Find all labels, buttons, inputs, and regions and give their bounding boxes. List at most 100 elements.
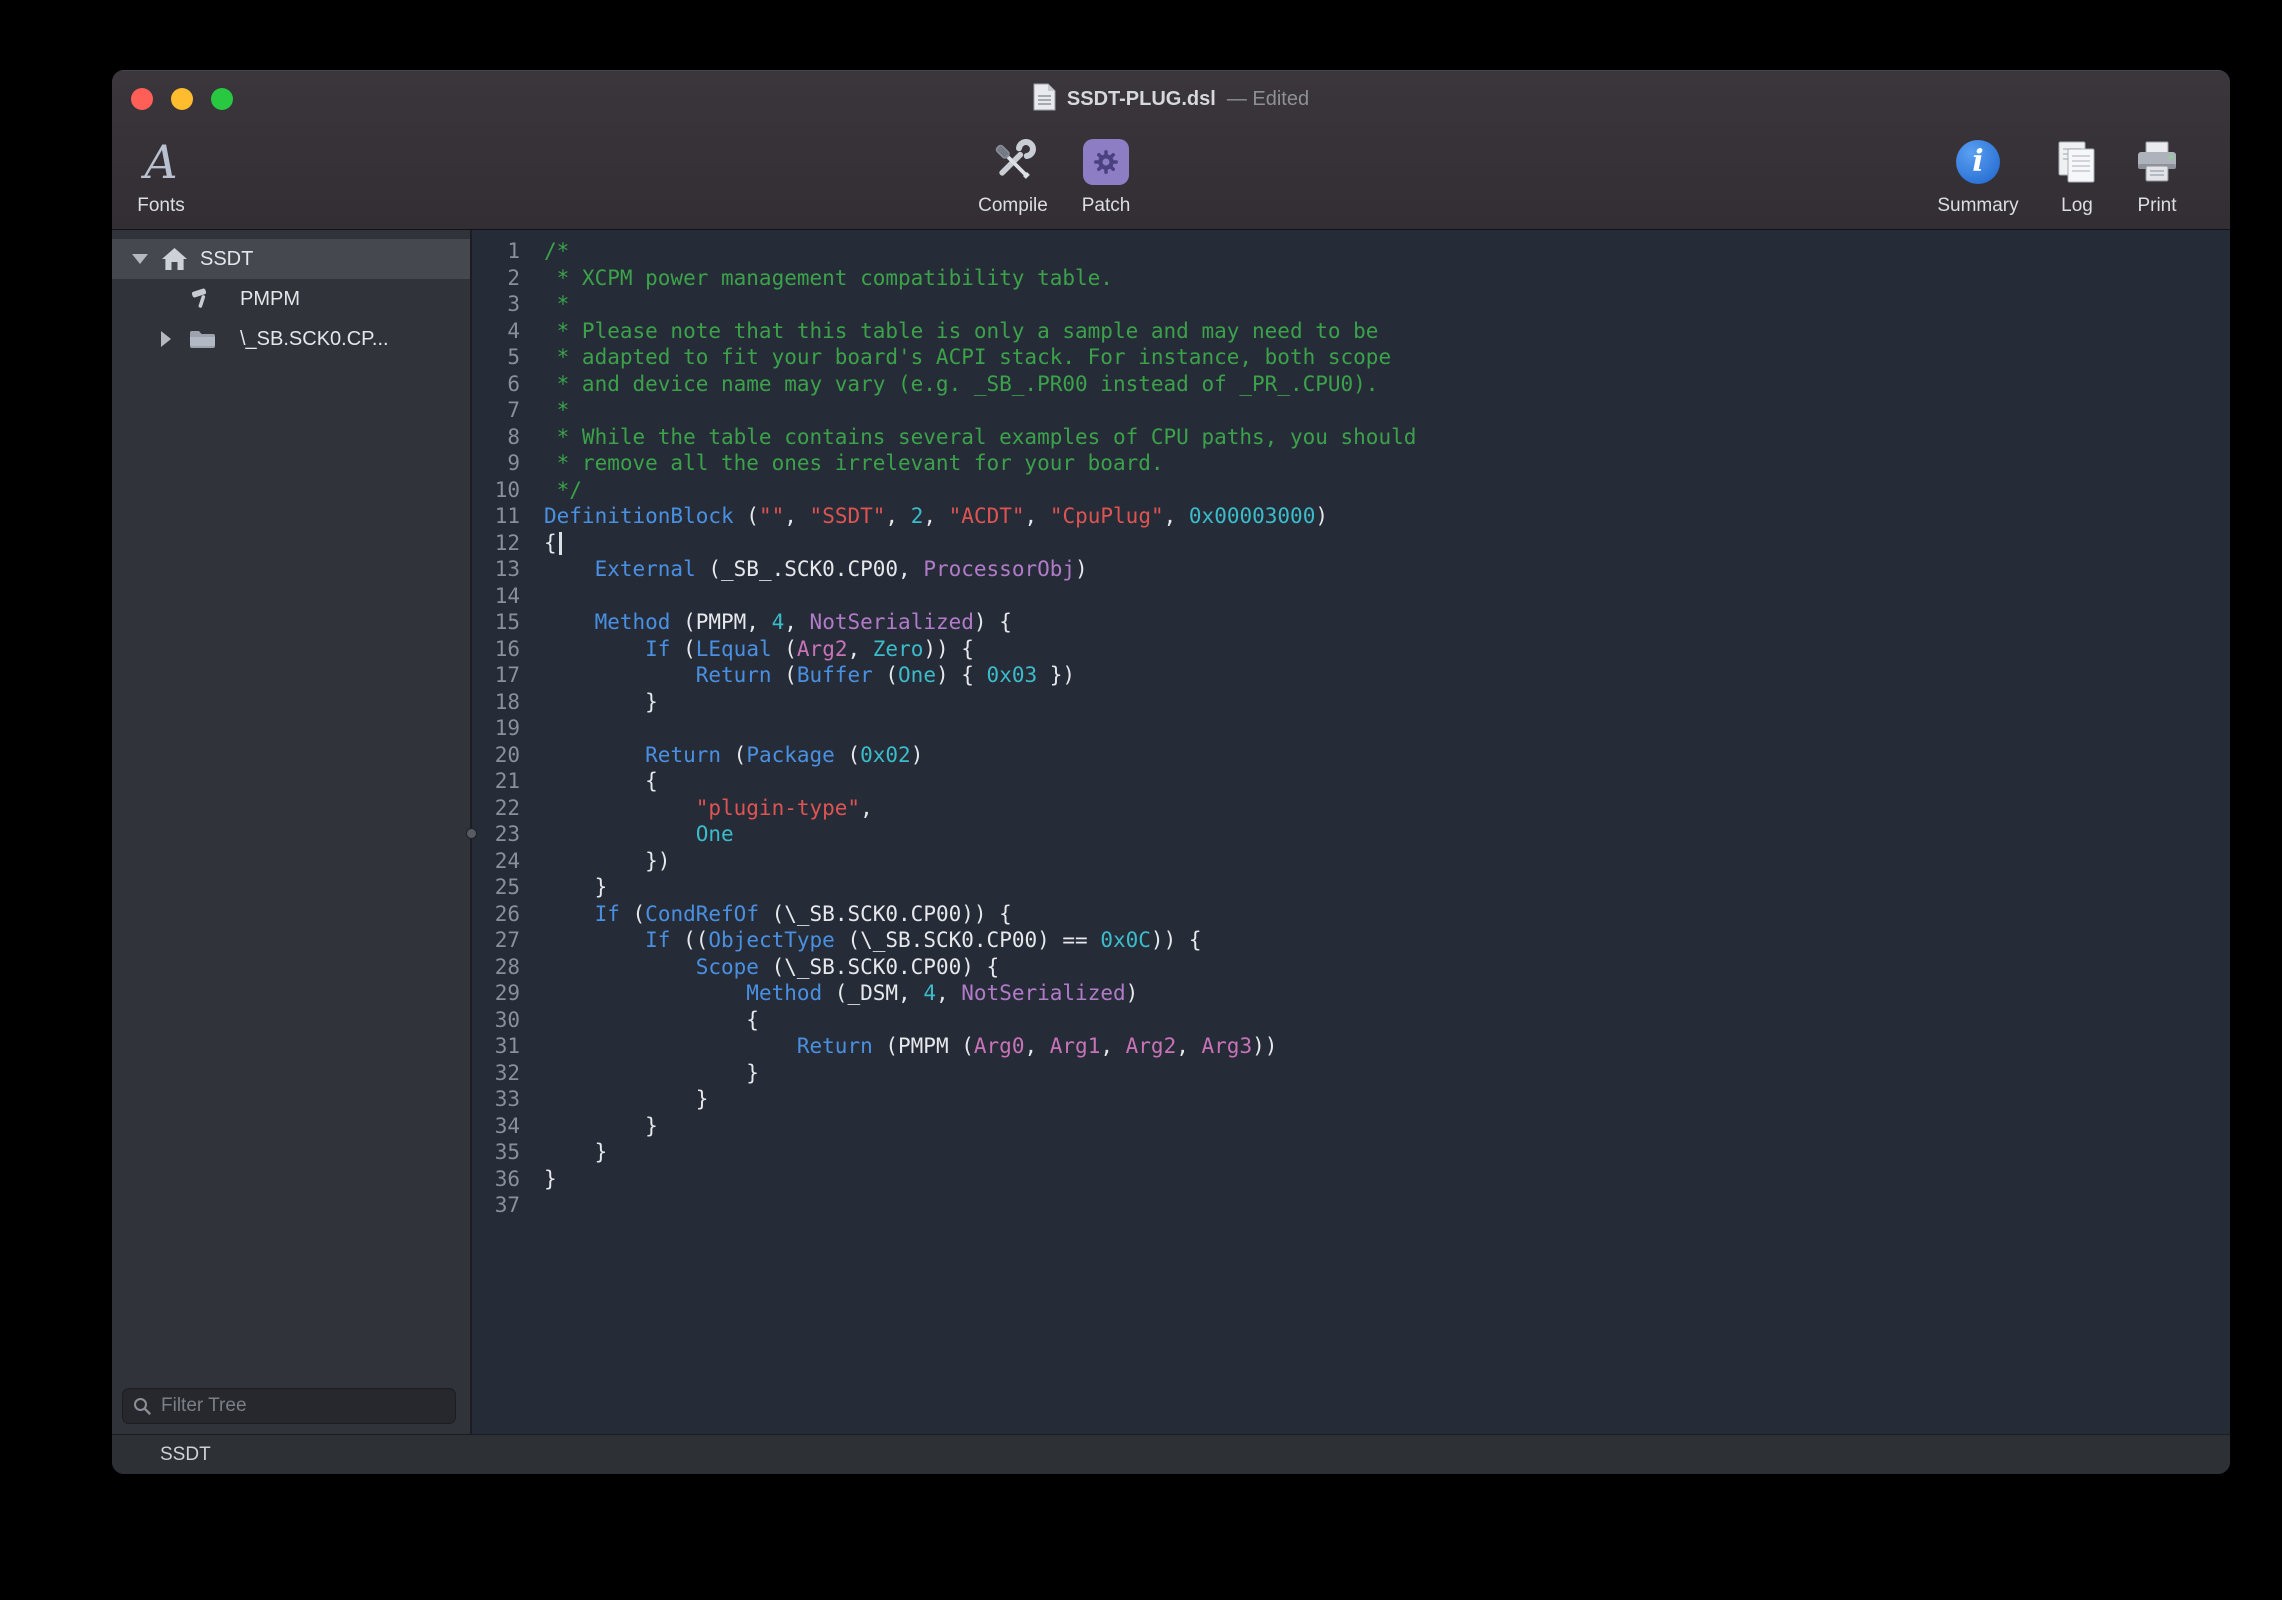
line-number: 22 xyxy=(472,796,530,820)
code-line[interactable]: 2 * XCPM power management compatibility … xyxy=(472,265,2230,292)
code-line[interactable]: 21 { xyxy=(472,768,2230,795)
code-line[interactable]: 25 } xyxy=(472,874,2230,901)
code-line[interactable]: 29 Method (_DSM, 4, NotSerialized) xyxy=(472,980,2230,1007)
code-text: DefinitionBlock ("", "SSDT", 2, "ACDT", … xyxy=(530,504,1328,528)
compile-button[interactable]: Compile xyxy=(968,130,1058,217)
code-line[interactable]: 24 }) xyxy=(472,848,2230,875)
line-number: 17 xyxy=(472,663,530,687)
line-number: 3 xyxy=(472,292,530,316)
code-line[interactable]: 31 Return (PMPM (Arg0, Arg1, Arg2, Arg3)… xyxy=(472,1033,2230,1060)
code-line[interactable]: 11DefinitionBlock ("", "SSDT", 2, "ACDT"… xyxy=(472,503,2230,530)
titlebar[interactable]: SSDT-PLUG.dsl — Edited xyxy=(112,70,2230,128)
line-number: 30 xyxy=(472,1008,530,1032)
line-number: 13 xyxy=(472,557,530,581)
code-line[interactable]: 36} xyxy=(472,1166,2230,1193)
search-icon xyxy=(132,1396,152,1421)
code-text: Return (Buffer (One) { 0x03 }) xyxy=(530,663,1075,687)
log-button[interactable]: Log xyxy=(2032,130,2122,217)
line-number: 8 xyxy=(472,425,530,449)
method-icon xyxy=(188,286,216,312)
line-number: 10 xyxy=(472,478,530,502)
code-text: } xyxy=(530,1140,607,1164)
code-line[interactable]: 22 "plugin-type", xyxy=(472,795,2230,822)
code-line[interactable]: 30 { xyxy=(472,1007,2230,1034)
line-number: 35 xyxy=(472,1140,530,1164)
log-icon xyxy=(2054,130,2100,194)
code-text: "plugin-type", xyxy=(530,796,873,820)
line-number: 2 xyxy=(472,266,530,290)
summary-button[interactable]: i Summary xyxy=(1928,130,2028,217)
line-number: 6 xyxy=(472,372,530,396)
code-line[interactable]: 1/* xyxy=(472,238,2230,265)
code-text: }) xyxy=(530,849,670,873)
code-text: } xyxy=(530,1087,708,1111)
line-number: 14 xyxy=(472,584,530,608)
code-text: * xyxy=(530,398,569,422)
code-text: } xyxy=(530,1114,658,1138)
code-line[interactable]: 8 * While the table contains several exa… xyxy=(472,424,2230,451)
code-line[interactable]: 23 One xyxy=(472,821,2230,848)
code-lines: 1/*2 * XCPM power management compatibili… xyxy=(472,238,2230,1219)
line-number: 1 xyxy=(472,239,530,263)
main-content: SSDT PMPM xyxy=(112,230,2230,1434)
line-number: 7 xyxy=(472,398,530,422)
sidebar-item-pmpm[interactable]: PMPM xyxy=(112,279,470,319)
line-number: 20 xyxy=(472,743,530,767)
code-line[interactable]: 27 If ((ObjectType (\_SB.SCK0.CP00) == 0… xyxy=(472,927,2230,954)
code-line[interactable]: 17 Return (Buffer (One) { 0x03 }) xyxy=(472,662,2230,689)
code-line[interactable]: 10 */ xyxy=(472,477,2230,504)
code-line[interactable]: 13 External (_SB_.SCK0.CP00, ProcessorOb… xyxy=(472,556,2230,583)
splitter-handle[interactable] xyxy=(466,828,477,839)
code-line[interactable]: 28 Scope (\_SB.SCK0.CP00) { xyxy=(472,954,2230,981)
code-line[interactable]: 3 * xyxy=(472,291,2230,318)
line-number: 28 xyxy=(472,955,530,979)
filter-tree-field xyxy=(122,1388,456,1424)
sidebar-item-sb-sck0[interactable]: \_SB.SCK0.CP... xyxy=(112,319,470,359)
code-line[interactable]: 15 Method (PMPM, 4, NotSerialized) { xyxy=(472,609,2230,636)
code-editor[interactable]: 1/*2 * XCPM power management compatibili… xyxy=(472,230,2230,1434)
disclosure-down-icon[interactable] xyxy=(132,254,148,264)
code-line[interactable]: 33 } xyxy=(472,1086,2230,1113)
code-line[interactable]: 6 * and device name may vary (e.g. _SB_.… xyxy=(472,371,2230,398)
document-proxy-icon[interactable] xyxy=(1033,83,1056,116)
patch-icon xyxy=(1083,130,1129,194)
tree-item-label: PMPM xyxy=(240,288,300,311)
line-number: 23 xyxy=(472,822,530,846)
patch-button[interactable]: Patch xyxy=(1061,130,1151,217)
code-line[interactable]: 5 * adapted to fit your board's ACPI sta… xyxy=(472,344,2230,371)
code-text: * While the table contains several examp… xyxy=(530,425,1416,449)
line-number: 33 xyxy=(472,1087,530,1111)
code-line[interactable]: 4 * Please note that this table is only … xyxy=(472,318,2230,345)
line-number: 25 xyxy=(472,875,530,899)
line-number: 37 xyxy=(472,1193,530,1217)
code-line[interactable]: 19 xyxy=(472,715,2230,742)
code-line[interactable]: 7 * xyxy=(472,397,2230,424)
sidebar-item-ssdt[interactable]: SSDT xyxy=(112,239,470,279)
code-line[interactable]: 37 xyxy=(472,1192,2230,1219)
code-line[interactable]: 20 Return (Package (0x02) xyxy=(472,742,2230,769)
code-text: If (CondRefOf (\_SB.SCK0.CP00)) { xyxy=(530,902,1012,926)
code-line[interactable]: 18 } xyxy=(472,689,2230,716)
fonts-button[interactable]: A Fonts xyxy=(116,130,206,217)
filter-tree-input[interactable] xyxy=(122,1388,456,1424)
code-text: */ xyxy=(530,478,582,502)
code-line[interactable]: 12{ xyxy=(472,530,2230,557)
code-line[interactable]: 26 If (CondRefOf (\_SB.SCK0.CP00)) { xyxy=(472,901,2230,928)
line-number: 21 xyxy=(472,769,530,793)
code-line[interactable]: 32 } xyxy=(472,1060,2230,1087)
code-line[interactable]: 9 * remove all the ones irrelevant for y… xyxy=(472,450,2230,477)
code-text: * Please note that this table is only a … xyxy=(530,319,1378,343)
disclosure-right-icon[interactable] xyxy=(158,331,174,347)
code-line[interactable]: 16 If (LEqual (Arg2, Zero)) { xyxy=(472,636,2230,663)
code-line[interactable]: 35 } xyxy=(472,1139,2230,1166)
toolbar: A Fonts xyxy=(112,128,2230,229)
window-header: SSDT-PLUG.dsl — Edited A Fonts xyxy=(112,70,2230,230)
code-line[interactable]: 14 xyxy=(472,583,2230,610)
code-line[interactable]: 34 } xyxy=(472,1113,2230,1140)
line-number: 19 xyxy=(472,716,530,740)
code-text: } xyxy=(530,1061,759,1085)
code-text: { xyxy=(530,531,562,556)
code-text: External (_SB_.SCK0.CP00, ProcessorObj) xyxy=(530,557,1088,581)
print-button[interactable]: Print xyxy=(2112,130,2202,217)
line-number: 9 xyxy=(472,451,530,475)
